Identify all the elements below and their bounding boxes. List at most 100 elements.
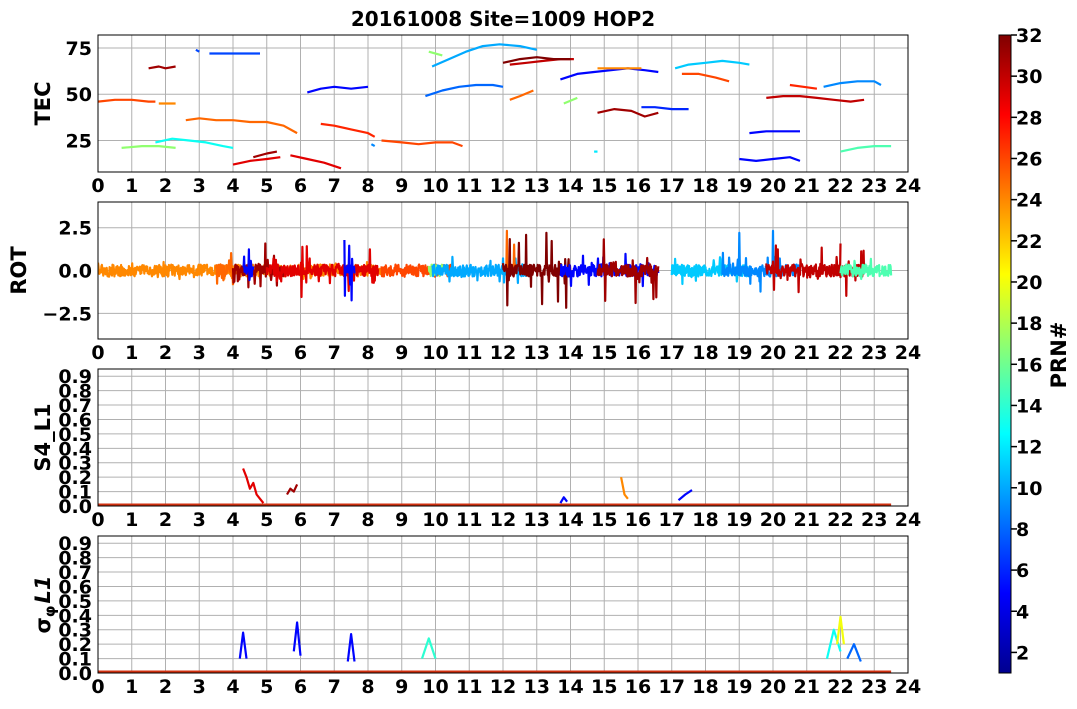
series-group bbox=[98, 43, 892, 170]
x-tick-label: 7 bbox=[328, 342, 341, 364]
x-tick-label: 13 bbox=[524, 175, 550, 197]
colorbar-label: PRN# bbox=[1047, 322, 1071, 389]
series-line-prn-25 bbox=[509, 89, 534, 101]
x-tick-label: 14 bbox=[557, 342, 583, 364]
colorbar-scale bbox=[998, 34, 1012, 674]
series-line-prn-27 bbox=[320, 122, 376, 138]
x-tick-label: 9 bbox=[395, 509, 408, 531]
colorbar-tick-label: 26 bbox=[1016, 148, 1042, 170]
x-tick-label: 1 bbox=[125, 676, 138, 698]
y-tick-label: 25 bbox=[66, 131, 92, 153]
x-tick-label: 12 bbox=[490, 342, 516, 364]
x-tick-label: 13 bbox=[524, 342, 550, 364]
series-line-prn-5 bbox=[346, 633, 356, 662]
x-tick-label: 22 bbox=[827, 676, 853, 698]
colorbar-tick-label: 18 bbox=[1016, 313, 1042, 335]
x-tick-label: 18 bbox=[692, 175, 718, 197]
colorbar-tick-label: 12 bbox=[1016, 437, 1042, 459]
x-tick-label: 3 bbox=[193, 342, 206, 364]
x-tick-label: 23 bbox=[861, 676, 887, 698]
x-tick-label: 4 bbox=[226, 676, 239, 698]
x-tick-label: 17 bbox=[659, 175, 685, 197]
x-tick-label: 12 bbox=[490, 175, 516, 197]
x-tick-label: 17 bbox=[659, 509, 685, 531]
colorbar-tick-label: 28 bbox=[1016, 107, 1042, 129]
colorbar-tick-label: 8 bbox=[1016, 519, 1029, 541]
x-tick-label: 8 bbox=[361, 676, 374, 698]
x-tick-label: 15 bbox=[591, 175, 617, 197]
x-tick-label: 22 bbox=[827, 509, 853, 531]
colorbar-tick-label: 4 bbox=[1016, 601, 1029, 623]
x-tick-label: 6 bbox=[294, 342, 307, 364]
x-tick-label: 19 bbox=[726, 676, 752, 698]
x-tick-label: 21 bbox=[794, 509, 820, 531]
x-tick-label: 5 bbox=[260, 676, 273, 698]
x-tick-label: 11 bbox=[456, 175, 482, 197]
x-tick-label: 17 bbox=[659, 342, 685, 364]
x-tick-label: 10 bbox=[422, 676, 448, 698]
series-line-prn-5 bbox=[307, 85, 369, 94]
x-tick-label: 19 bbox=[726, 342, 752, 364]
series-group bbox=[98, 468, 892, 506]
x-tick-label: 20 bbox=[760, 342, 786, 364]
x-tick-label: 5 bbox=[260, 342, 273, 364]
x-tick-label: 4 bbox=[226, 342, 239, 364]
x-tick-label: 6 bbox=[294, 175, 307, 197]
series-line-prn-29 bbox=[242, 468, 265, 504]
series-group bbox=[98, 229, 893, 309]
colorbar-tick-label: 6 bbox=[1016, 560, 1029, 582]
x-tick-label: 2 bbox=[159, 175, 172, 197]
x-tick-label: 23 bbox=[861, 509, 887, 531]
colorbar-tick-label: 32 bbox=[1016, 25, 1042, 47]
x-tick-label: 7 bbox=[328, 676, 341, 698]
x-tick-label: 14 bbox=[557, 175, 583, 197]
series-line-prn-30 bbox=[765, 244, 866, 297]
x-tick-label: 5 bbox=[260, 509, 273, 531]
series-line-prn-5 bbox=[292, 621, 302, 656]
series-line-prn-9 bbox=[823, 80, 882, 88]
x-tick-label: 20 bbox=[760, 509, 786, 531]
x-tick-label: 21 bbox=[794, 175, 820, 197]
series-line-prn-5 bbox=[559, 496, 568, 504]
x-tick-label: 23 bbox=[861, 342, 887, 364]
series-line-prn-9 bbox=[370, 143, 376, 148]
x-tick-label: 22 bbox=[827, 175, 853, 197]
x-tick-label: 9 bbox=[395, 676, 408, 698]
series-line-prn-11 bbox=[674, 59, 750, 70]
series-line-prn-5 bbox=[739, 156, 801, 162]
x-tick-label: 16 bbox=[625, 342, 651, 364]
x-tick-label: 7 bbox=[328, 509, 341, 531]
colorbar-tick-label: 30 bbox=[1016, 66, 1042, 88]
series-line-prn-25 bbox=[185, 117, 298, 135]
colorbar-tick-label: 2 bbox=[1016, 642, 1029, 664]
x-tick-label: 1 bbox=[125, 342, 138, 364]
series-line-prn-25 bbox=[215, 252, 235, 286]
x-tick-label: 2 bbox=[159, 342, 172, 364]
y-tick-label: 0.9 bbox=[58, 533, 92, 555]
x-tick-label: 9 bbox=[395, 175, 408, 197]
series-line-prn-26 bbox=[381, 139, 463, 148]
series-line-prn-29 bbox=[232, 156, 281, 166]
x-tick-label: 8 bbox=[361, 342, 374, 364]
x-tick-label: 22 bbox=[827, 342, 853, 364]
x-tick-label: 14 bbox=[557, 509, 583, 531]
y-axis-label: σφL1 bbox=[31, 575, 59, 633]
x-tick-label: 24 bbox=[895, 342, 921, 364]
x-tick-label: 0 bbox=[91, 342, 104, 364]
x-tick-label: 24 bbox=[895, 509, 921, 531]
series-line-prn-31 bbox=[286, 483, 299, 496]
x-tick-label: 14 bbox=[557, 676, 583, 698]
y-tick-label: 2.5 bbox=[58, 218, 92, 240]
colorbar-tick-label: 14 bbox=[1016, 395, 1042, 417]
y-tick-label: 0.0 bbox=[58, 261, 92, 283]
x-tick-label: 3 bbox=[193, 676, 206, 698]
x-tick-label: 16 bbox=[625, 509, 651, 531]
series-line-prn-31 bbox=[596, 238, 660, 305]
x-tick-label: 7 bbox=[328, 175, 341, 197]
x-tick-label: 10 bbox=[422, 175, 448, 197]
colorbar-tick-label: 10 bbox=[1016, 478, 1042, 500]
x-tick-label: 1 bbox=[125, 175, 138, 197]
x-tick-label: 21 bbox=[794, 342, 820, 364]
series-line-prn-24 bbox=[620, 476, 629, 500]
x-tick-label: 23 bbox=[861, 175, 887, 197]
